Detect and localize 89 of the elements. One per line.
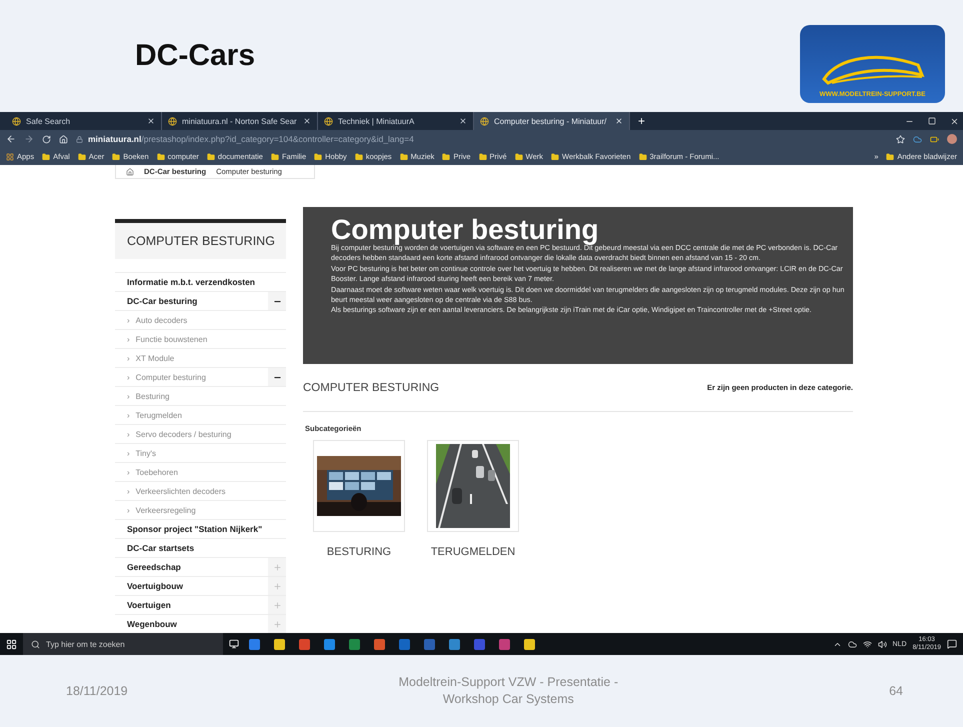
folder-icon <box>112 152 120 160</box>
chevron-marker: › <box>127 392 130 400</box>
lock-icon <box>76 136 83 142</box>
category-link[interactable]: Terugmelden <box>136 410 286 420</box>
chevron-marker: › <box>127 410 130 420</box>
category-link[interactable]: Servo decoders / besturing <box>136 430 286 438</box>
search-icon <box>31 640 40 648</box>
new-tab-button[interactable]: + <box>630 112 654 130</box>
maximize-icon[interactable] <box>928 117 936 125</box>
search-field[interactable]: Typ hier om te zoeken <box>23 633 223 655</box>
category-link[interactable]: Sponsor project "Station Nijkerk" <box>127 524 286 534</box>
category-link[interactable]: Wegenbouw <box>127 619 268 629</box>
close-icon[interactable] <box>615 117 623 125</box>
close-icon[interactable] <box>147 117 155 125</box>
close-icon[interactable] <box>950 116 959 126</box>
chevron-marker: › <box>127 334 130 344</box>
globe-icon <box>324 116 333 126</box>
category-link[interactable]: Besturing <box>136 392 286 400</box>
category-heading: COMPUTER BESTURING <box>303 382 440 394</box>
category-link[interactable]: Gereedschap <box>127 562 268 572</box>
category-link[interactable]: Verkeerslichten decoders <box>136 486 286 496</box>
category-link[interactable]: Voertuigen <box>127 600 268 610</box>
star-icon[interactable] <box>896 134 905 144</box>
app-icon[interactable] <box>249 638 260 650</box>
folder-icon <box>156 152 165 160</box>
apps-grid-icon <box>6 152 14 160</box>
folder-icon <box>551 152 559 160</box>
category-link[interactable]: Auto decoders <box>136 316 286 324</box>
category-link[interactable]: Tiny's <box>136 448 286 458</box>
category-link[interactable]: Verkeersregeling <box>136 506 286 514</box>
folder-icon <box>478 152 487 160</box>
folder-icon <box>42 152 50 160</box>
slide-number: 64 <box>889 684 903 698</box>
category-link[interactable]: XT Module <box>136 354 286 362</box>
chevron-marker: › <box>127 316 130 324</box>
category-link[interactable]: Voertuigbouw <box>127 581 268 591</box>
slide-date: 18/11/2019 <box>66 684 128 698</box>
app-icon[interactable] <box>449 638 460 650</box>
cloud-icon[interactable] <box>848 640 857 648</box>
folder-icon <box>514 152 523 160</box>
folder-icon <box>314 152 322 160</box>
folder-icon <box>400 152 408 160</box>
close-icon[interactable] <box>303 117 311 125</box>
folder-icon <box>206 152 215 160</box>
folder-icon <box>886 152 894 160</box>
chevron-marker: › <box>127 506 130 514</box>
category-link[interactable]: Informatie m.b.t. verzendkosten <box>127 277 286 287</box>
subcategory-link[interactable]: BESTURING <box>326 546 392 558</box>
avatar-icon[interactable] <box>947 134 957 144</box>
sidebar-heading: COMPUTER BESTURING <box>115 219 286 259</box>
chevron-marker: › <box>127 430 130 438</box>
globe-icon <box>12 116 21 126</box>
subcategory-link[interactable]: TERUGMELDEN <box>430 546 516 558</box>
chevron-marker: › <box>127 448 130 458</box>
volume-icon[interactable] <box>878 640 887 648</box>
slide-footer: Modeltrein-Support VZW - Presentatie - Workshop Car Systems <box>373 674 644 708</box>
banner-title: Computer besturing <box>331 217 599 243</box>
category-link[interactable]: DC-Car besturing <box>127 296 268 306</box>
globe-icon <box>480 116 489 126</box>
reload-icon[interactable] <box>42 134 51 144</box>
notifications-icon[interactable] <box>947 639 957 649</box>
thumbnail-frame[interactable] <box>427 440 519 532</box>
chevron-marker: › <box>127 468 130 476</box>
chevron-marker: › <box>127 372 130 382</box>
app-icon[interactable] <box>524 638 535 650</box>
slide-title: DC-Cars <box>135 39 256 73</box>
folder-icon <box>354 152 363 160</box>
category-link[interactable]: Toebehoren <box>136 468 286 476</box>
category-link[interactable]: DC-Car startsets <box>127 543 286 553</box>
thumbnail-frame[interactable] <box>313 440 405 532</box>
folder-icon <box>638 152 647 160</box>
browser-tab[interactable]: Computer besturing - Miniatuur/ <box>474 112 630 130</box>
folder-icon <box>442 152 450 160</box>
task-view-icon[interactable] <box>229 639 239 649</box>
folder-icon <box>78 152 86 160</box>
globe-icon <box>168 116 177 126</box>
wifi-icon[interactable] <box>862 640 872 648</box>
back-icon[interactable] <box>6 134 16 144</box>
home-icon[interactable] <box>126 168 134 176</box>
category-link[interactable]: Functie bouwstenen <box>136 334 286 344</box>
app-icon[interactable] <box>274 638 285 650</box>
close-icon[interactable] <box>459 117 467 125</box>
chevron-marker: › <box>127 354 130 362</box>
folder-icon <box>270 152 279 160</box>
chevron-marker: › <box>127 486 130 496</box>
category-link[interactable]: Computer besturing <box>136 372 268 382</box>
forward-icon[interactable] <box>24 134 34 144</box>
app-icon[interactable] <box>324 638 335 650</box>
app-icon[interactable] <box>374 638 385 650</box>
